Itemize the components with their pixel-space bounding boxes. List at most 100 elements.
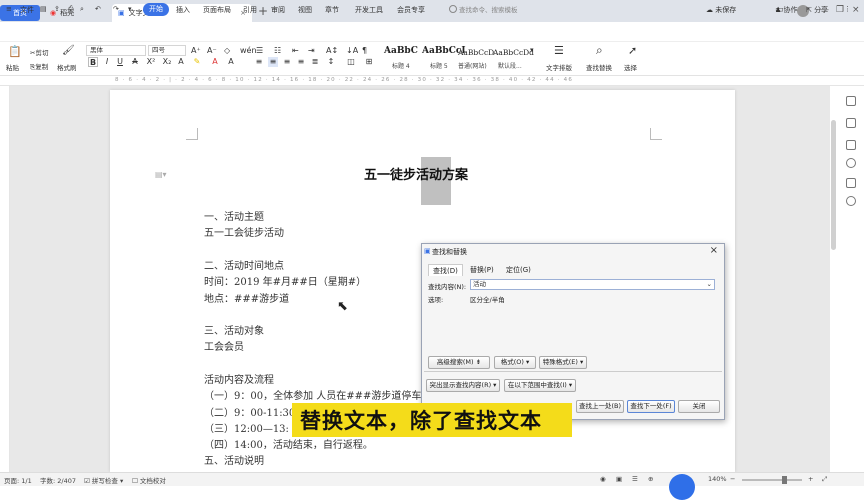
bullets-icon[interactable]: ☰: [256, 46, 263, 55]
new-tab-button[interactable]: +: [258, 4, 268, 18]
numbering-icon[interactable]: ☷: [274, 46, 281, 55]
font-color-icon[interactable]: A: [210, 57, 220, 67]
doc-line[interactable]: 五一工会徒步活动: [204, 224, 284, 239]
zoom-level[interactable]: 140%: [708, 475, 727, 483]
advanced-search-button[interactable]: 高级搜索(M) ⇟: [428, 356, 490, 369]
layout-tool-icon[interactable]: [846, 178, 856, 188]
zoom-slider-thumb[interactable]: [782, 476, 787, 484]
hamburger-icon[interactable]: ≡: [6, 5, 12, 13]
pinyin-icon[interactable]: wén: [240, 46, 257, 55]
doc-line[interactable]: 时间：2019 年#月##日（星期#）: [204, 273, 366, 288]
zoom-out-icon[interactable]: −: [730, 475, 735, 483]
doc-line[interactable]: 活动内容及流程: [204, 371, 274, 386]
justify-icon[interactable]: ≡: [296, 57, 306, 67]
unsaved-status[interactable]: 未保存: [715, 6, 736, 14]
location-icon[interactable]: [846, 196, 856, 206]
subscript-icon[interactable]: X₂: [162, 57, 172, 67]
menu-dev-tools[interactable]: 开发工具: [355, 5, 383, 15]
doc-line[interactable]: （二）9：00-11:30: [204, 404, 295, 419]
chevron-down-icon[interactable]: ⌄: [707, 280, 712, 289]
checkbox-icon[interactable]: ☐: [132, 477, 138, 485]
spell-check-toggle[interactable]: 拼写检查 ▾: [92, 477, 123, 485]
outline-view-icon[interactable]: ☰: [632, 475, 638, 483]
redo-icon[interactable]: ↷: [113, 5, 119, 13]
page-view-icon[interactable]: ▣: [616, 475, 622, 483]
style-normal-web[interactable]: AaBbCcD: [458, 48, 494, 57]
export-icon[interactable]: ⇪: [54, 5, 60, 13]
find-replace-icon[interactable]: ⌕: [596, 43, 603, 58]
copy-button[interactable]: ⎘复制: [30, 61, 48, 72]
menu-page-layout[interactable]: 页面布局: [203, 5, 231, 15]
char-shading-icon[interactable]: A: [226, 57, 236, 67]
clear-format-icon[interactable]: ◇: [224, 46, 230, 55]
styles-expand-icon[interactable]: ▾: [530, 46, 534, 54]
edit-icon[interactable]: [846, 96, 856, 106]
find-replace-button[interactable]: 查找替换: [586, 62, 612, 72]
menu-member[interactable]: 会员专享: [397, 5, 425, 15]
checkbox-icon[interactable]: ☑: [84, 477, 90, 485]
paste-button[interactable]: 粘贴: [6, 62, 19, 72]
fit-page-icon[interactable]: ⤢: [822, 475, 827, 484]
doc-line[interactable]: （三）12:00—13:: [204, 420, 289, 435]
tab-find[interactable]: 查找(D): [428, 264, 463, 276]
superscript-icon[interactable]: X²: [146, 57, 156, 67]
doc-line[interactable]: 一、活动主题: [204, 208, 264, 223]
find-in-range-button[interactable]: 在以下范围中查找(I) ▾: [504, 379, 576, 392]
menu-review[interactable]: 审阅: [271, 5, 285, 15]
doc-line[interactable]: （四）14:00，活动结束，自行返程。: [204, 436, 373, 451]
vertical-scrollbar[interactable]: [831, 120, 836, 250]
font-size-select[interactable]: 四号: [148, 45, 186, 56]
italic-icon[interactable]: I: [102, 57, 112, 67]
align-right-icon[interactable]: ≡: [282, 57, 292, 67]
doc-line[interactable]: （一）9：00，全体参加 人员在###游步道停车场集合: [204, 387, 451, 402]
menu-view[interactable]: 视图: [298, 5, 312, 15]
highlight-results-button[interactable]: 突出显示查找内容(R) ▾: [426, 379, 500, 392]
view-mode-icon[interactable]: ◉: [600, 475, 606, 483]
help-icon[interactable]: [846, 158, 856, 168]
format-painter-icon[interactable]: 🖌: [62, 45, 75, 56]
border-icon[interactable]: ⊞: [364, 57, 374, 67]
doc-line[interactable]: 五、活动说明: [204, 452, 264, 467]
cursor-tool-icon[interactable]: [846, 140, 856, 150]
format-button[interactable]: 格式(O) ▾: [494, 356, 536, 369]
command-search-input[interactable]: 查找命令、搜索模板: [447, 4, 542, 16]
web-view-icon[interactable]: ⊕: [648, 475, 653, 483]
grow-font-icon[interactable]: A⁺: [191, 46, 201, 55]
shrink-font-icon[interactable]: A⁻: [207, 46, 217, 55]
strikethrough-icon[interactable]: A: [130, 57, 140, 67]
shading-icon[interactable]: ◫: [346, 57, 356, 67]
page-indicator[interactable]: 页面: 1/1: [4, 475, 32, 485]
menu-references[interactable]: 引用: [243, 5, 257, 15]
find-previous-button[interactable]: 查找上一处(B): [576, 400, 624, 413]
increase-indent-icon[interactable]: ⇥: [308, 46, 315, 55]
select-icon[interactable]: ➚: [628, 44, 637, 57]
zoom-slider[interactable]: [742, 479, 802, 481]
underline-icon[interactable]: U: [115, 57, 125, 67]
special-format-button[interactable]: 特殊格式(E) ▾: [539, 356, 587, 369]
close-icon[interactable]: ×: [710, 245, 718, 256]
highlight-icon[interactable]: ✎: [192, 57, 202, 67]
assistant-button[interactable]: [669, 474, 695, 500]
word-count[interactable]: 字数: 2/407: [40, 475, 76, 485]
paste-icon[interactable]: 📋: [8, 45, 22, 58]
zoom-in-icon[interactable]: +: [808, 475, 813, 483]
line-spacing-icon[interactable]: ↕: [326, 57, 336, 67]
style-heading4[interactable]: AaBbC: [384, 46, 418, 56]
menu-file[interactable]: 文件: [20, 5, 34, 15]
text-layout-icon[interactable]: ☰: [554, 44, 564, 57]
sort-icon[interactable]: ↓A: [346, 46, 358, 55]
align-center-icon[interactable]: ≡: [268, 57, 278, 67]
align-left-icon[interactable]: ≡: [254, 57, 264, 67]
text-layout-button[interactable]: 文字排版: [546, 62, 572, 72]
gear-icon[interactable]: [846, 118, 856, 128]
tab-goto[interactable]: 定位(G): [502, 264, 535, 276]
tab-replace[interactable]: 替换(P): [466, 264, 498, 276]
style-default-para[interactable]: AaBbCcDd: [493, 48, 534, 57]
show-marks-icon[interactable]: ¶: [362, 46, 367, 55]
menu-insert[interactable]: 插入: [176, 5, 190, 15]
more-options-icon[interactable]: ⋮: [844, 5, 851, 13]
find-input[interactable]: 活动 ⌄: [470, 279, 715, 290]
text-effect-icon[interactable]: A: [176, 57, 186, 67]
find-next-button[interactable]: 查找下一处(F): [627, 400, 675, 413]
font-family-select[interactable]: 黑体: [86, 45, 146, 56]
